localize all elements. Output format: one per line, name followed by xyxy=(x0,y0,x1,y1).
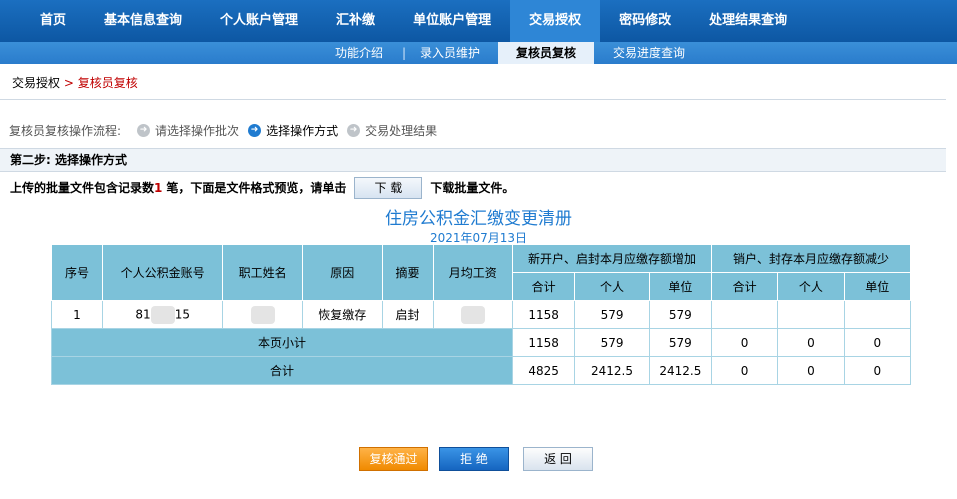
subtotal-cell: 0 xyxy=(843,328,912,357)
process-flow: 复核员复核操作流程: ➜ 请选择操作批次 ➜ 选择操作方式 ➜ 交易处理结果 xyxy=(9,122,446,139)
divider xyxy=(0,99,946,100)
nav-trade-auth[interactable]: 交易授权 xyxy=(510,0,601,42)
subtotal-cell: 579 xyxy=(574,328,650,357)
breadcrumb: 交易授权 > 复核员复核 xyxy=(12,74,138,91)
sub-header: 合计 xyxy=(710,272,779,301)
cell-dec-total xyxy=(710,300,779,329)
subtotal-row: 本页小计 1158 579 579 0 0 0 xyxy=(50,328,912,357)
subtotal-label: 本页小计 xyxy=(50,328,514,357)
cell-name xyxy=(222,300,303,329)
breadcrumb-current: 复核员复核 xyxy=(77,76,138,90)
download-button[interactable]: 下 载 xyxy=(354,177,423,199)
arrow-circle-icon: ➜ xyxy=(137,124,151,137)
flow-step-3: ➜ 交易处理结果 xyxy=(347,122,437,139)
redacted-blur xyxy=(250,305,275,324)
total-cell: 0 xyxy=(710,356,779,385)
nav-remit[interactable]: 汇补缴 xyxy=(317,0,394,42)
cell-reason: 恢复缴存 xyxy=(301,300,383,329)
subnav-separator: | xyxy=(402,46,407,60)
cell-dec-unit xyxy=(843,300,912,329)
breadcrumb-sep: > xyxy=(63,76,74,90)
table-row: 1 81 15 恢复缴存 启封 1158 579 579 xyxy=(51,300,912,329)
subtotal-cell: 1158 xyxy=(512,328,576,357)
info-suffix: 笔，下面是文件格式预览，请单击 xyxy=(166,181,347,195)
col-header: 个人公积金账号 xyxy=(101,244,224,301)
info-tail: 下载批量文件。 xyxy=(430,181,515,195)
redacted-blur xyxy=(460,305,485,324)
breadcrumb-root[interactable]: 交易授权 xyxy=(12,76,60,90)
upload-info: 上传的批量文件包含记录数 1 笔，下面是文件格式预览，请单击 下 载 下载批量文… xyxy=(10,177,514,199)
col-header: 序号 xyxy=(51,244,103,301)
subtotal-cell: 0 xyxy=(710,328,779,357)
total-label: 合计 xyxy=(50,356,514,385)
cell-summary: 启封 xyxy=(381,300,434,329)
subnav-entry-maintain[interactable]: 录入员维护 xyxy=(420,42,480,64)
total-cell: 0 xyxy=(843,356,912,385)
redacted-blur xyxy=(150,305,175,324)
sub-header: 合计 xyxy=(512,272,576,301)
flow-step-2-label: 选择操作方式 xyxy=(266,124,339,138)
cell-inc-personal: 579 xyxy=(574,300,650,329)
approve-button[interactable]: 复核通过 xyxy=(359,447,428,471)
nav-personal-account[interactable]: 个人账户管理 xyxy=(201,0,317,42)
flow-step-1: ➜ 请选择操作批次 xyxy=(137,122,239,139)
col-header: 原因 xyxy=(301,244,383,301)
top-nav: 首页 基本信息查询 个人账户管理 汇补缴 单位账户管理 交易授权 密码修改 处理… xyxy=(0,0,957,42)
group-header-decrease: 销户、封存本月应缴存额减少 xyxy=(710,244,912,273)
sub-header: 单位 xyxy=(843,272,912,301)
cell-dec-personal xyxy=(777,300,845,329)
flow-step-1-label: 请选择操作批次 xyxy=(155,124,240,138)
total-cell: 0 xyxy=(777,356,845,385)
step-title: 第二步: 选择操作方式 xyxy=(0,148,946,172)
sub-header: 单位 xyxy=(648,272,712,301)
report-title: 住房公积金汇缴变更清册 xyxy=(385,209,572,229)
account-prefix: 81 xyxy=(135,307,151,321)
back-button[interactable]: 返 回 xyxy=(523,447,593,471)
change-list-table: 序号 个人公积金账号 职工姓名 原因 摘要 月均工资 新开户、启封本月应缴存额增… xyxy=(50,244,912,385)
total-cell: 2412.5 xyxy=(574,356,650,385)
flow-step-2: ➜ 选择操作方式 xyxy=(248,122,338,139)
reject-button[interactable]: 拒 绝 xyxy=(439,447,509,471)
sub-header: 个人 xyxy=(574,272,650,301)
cell-inc-total: 1158 xyxy=(512,300,576,329)
nav-results[interactable]: 处理结果查询 xyxy=(690,0,806,42)
nav-password[interactable]: 密码修改 xyxy=(600,0,690,42)
group-header-increase: 新开户、启封本月应缴存额增加 xyxy=(512,244,712,273)
cell-salary xyxy=(432,300,514,329)
nav-home[interactable]: 首页 xyxy=(0,0,85,42)
col-header: 摘要 xyxy=(381,244,434,301)
subtotal-cell: 579 xyxy=(648,328,712,357)
arrow-circle-icon: ➜ xyxy=(347,124,361,137)
account-suffix: 15 xyxy=(174,307,190,321)
subnav-reviewer[interactable]: 复核员复核 xyxy=(498,42,595,64)
subnav-progress[interactable]: 交易进度查询 xyxy=(613,42,685,64)
subtotal-cell: 0 xyxy=(777,328,845,357)
cell-account: 81 15 xyxy=(101,300,224,329)
arrow-circle-icon: ➜ xyxy=(248,124,262,137)
subnav-intro[interactable]: 功能介绍 xyxy=(335,42,383,64)
total-cell: 4825 xyxy=(512,356,576,385)
nav-unit-account[interactable]: 单位账户管理 xyxy=(394,0,510,42)
flow-step-3-label: 交易处理结果 xyxy=(365,124,438,138)
record-count: 1 xyxy=(154,181,163,195)
sub-nav: 功能介绍 | 录入员维护 复核员复核 交易进度查询 xyxy=(0,42,957,64)
cell-inc-unit: 579 xyxy=(648,300,712,329)
nav-basic-info[interactable]: 基本信息查询 xyxy=(85,0,201,42)
total-row: 合计 4825 2412.5 2412.5 0 0 0 xyxy=(50,356,912,385)
col-header: 月均工资 xyxy=(432,244,514,301)
flow-label: 复核员复核操作流程: xyxy=(9,124,122,138)
col-header: 职工姓名 xyxy=(222,244,303,301)
sub-header: 个人 xyxy=(777,272,845,301)
cell-no: 1 xyxy=(51,300,103,329)
total-cell: 2412.5 xyxy=(648,356,712,385)
info-prefix: 上传的批量文件包含记录数 xyxy=(10,181,155,195)
